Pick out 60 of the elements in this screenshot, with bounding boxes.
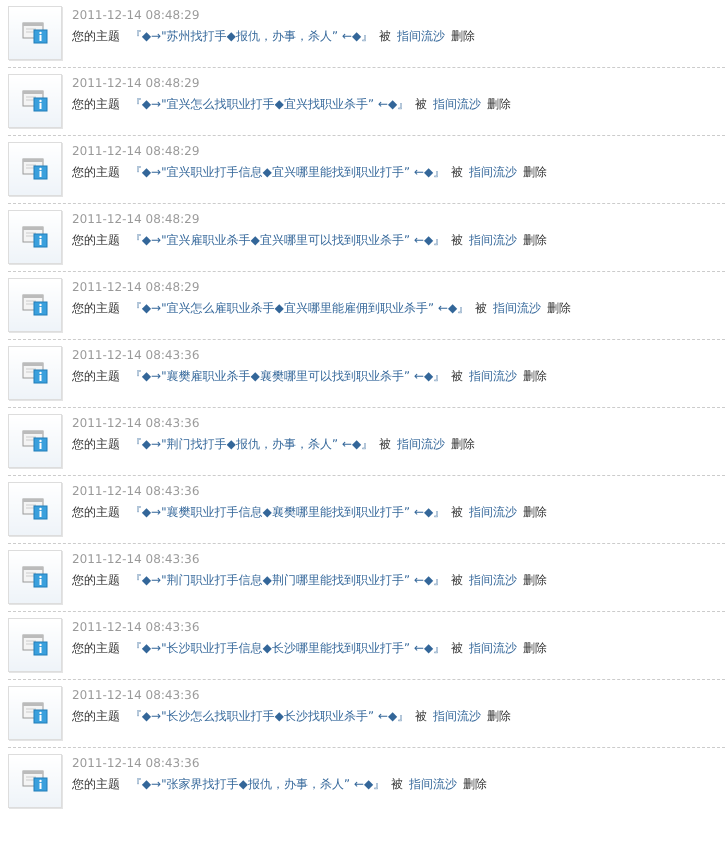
user-link[interactable]: 指间流沙 xyxy=(397,437,446,451)
notice-text: 您的主题 『◆→"长沙怎么找职业打手◆长沙找职业杀手” ←◆』 被 指间流沙 删除 xyxy=(72,708,512,724)
info-window-icon xyxy=(22,294,48,316)
topic-link[interactable]: 『◆→"张家界找打手◆报仇，办事，杀人” ←◆』 xyxy=(130,777,386,791)
user-link[interactable]: 指间流沙 xyxy=(469,165,518,179)
topic-link[interactable]: 『◆→"宜兴职业打手信息◆宜兴哪里能找到职业打手” ←◆』 xyxy=(130,165,446,179)
topic-link[interactable]: 『◆→"襄樊职业打手信息◆襄樊哪里能找到职业打手” ←◆』 xyxy=(130,505,446,519)
notice-time: 2011-12-14 08:43:36 xyxy=(72,688,200,702)
user-link[interactable]: 指间流沙 xyxy=(433,97,482,111)
notice-text: 您的主题 『◆→"襄樊职业打手信息◆襄樊哪里能找到职业打手” ←◆』 被 指间流沙 删除 xyxy=(72,504,548,520)
notice-text: 您的主题 『◆→"荆门找打手◆报仇，办事，杀人” ←◆』 被 指间流沙 删除 xyxy=(72,436,476,452)
notice-time: 2011-12-14 08:48:29 xyxy=(72,280,200,294)
info-window-icon xyxy=(22,430,48,452)
notice-time: 2011-12-14 08:48:29 xyxy=(72,76,200,90)
info-window-icon xyxy=(22,158,48,180)
notice-time: 2011-12-14 08:43:36 xyxy=(72,756,200,770)
info-window-icon xyxy=(22,362,48,384)
notice-text: 您的主题 『◆→"襄樊雇职业杀手◆襄樊哪里可以找到职业杀手” ←◆』 被 指间流沙 删除 xyxy=(72,368,548,384)
user-link[interactable]: 指间流沙 xyxy=(409,777,458,791)
info-window-icon xyxy=(22,90,48,112)
user-link[interactable]: 指间流沙 xyxy=(493,301,542,315)
user-link[interactable]: 指间流沙 xyxy=(469,573,518,587)
notice-time: 2011-12-14 08:48:29 xyxy=(72,212,200,226)
user-link[interactable]: 指间流沙 xyxy=(469,233,518,247)
notice-time: 2011-12-14 08:43:36 xyxy=(72,484,200,498)
notice-text: 您的主题 『◆→"长沙职业打手信息◆长沙哪里能找到职业打手” ←◆』 被 指间流沙 删除 xyxy=(72,640,548,656)
topic-link[interactable]: 『◆→"长沙职业打手信息◆长沙哪里能找到职业打手” ←◆』 xyxy=(130,641,446,655)
topic-link[interactable]: 『◆→"襄樊雇职业杀手◆襄樊哪里可以找到职业杀手” ←◆』 xyxy=(130,369,446,383)
topic-link[interactable]: 『◆→"宜兴雇职业杀手◆宜兴哪里可以找到职业杀手” ←◆』 xyxy=(130,233,446,247)
topic-link[interactable]: 『◆→"宜兴怎么找职业打手◆宜兴找职业杀手” ←◆』 xyxy=(130,97,410,111)
topic-link[interactable]: 『◆→"苏州找打手◆报仇，办事，杀人” ←◆』 xyxy=(130,29,374,43)
info-window-icon xyxy=(22,498,48,520)
notice-text: 您的主题 『◆→"荆门职业打手信息◆荆门哪里能找到职业打手” ←◆』 被 指间流沙 删除 xyxy=(72,572,548,588)
user-link[interactable]: 指间流沙 xyxy=(469,369,518,383)
notice-text: 您的主题 『◆→"张家界找打手◆报仇，办事，杀人” ←◆』 被 指间流沙 删除 xyxy=(72,776,488,792)
info-window-icon xyxy=(22,770,48,792)
notice-text: 您的主题 『◆→"宜兴雇职业杀手◆宜兴哪里可以找到职业杀手” ←◆』 被 指间流沙 删除 xyxy=(72,232,548,248)
topic-link[interactable]: 『◆→"荆门职业打手信息◆荆门哪里能找到职业打手” ←◆』 xyxy=(130,573,446,587)
user-link[interactable]: 指间流沙 xyxy=(397,29,446,43)
notice-time: 2011-12-14 08:43:36 xyxy=(72,348,200,362)
info-window-icon xyxy=(22,566,48,588)
user-link[interactable]: 指间流沙 xyxy=(469,505,518,519)
topic-link[interactable]: 『◆→"长沙怎么找职业打手◆长沙找职业杀手” ←◆』 xyxy=(130,709,410,723)
notice-time: 2011-12-14 08:48:29 xyxy=(72,8,200,22)
info-window-icon xyxy=(22,226,48,248)
notice-time: 2011-12-14 08:43:36 xyxy=(72,620,200,634)
info-window-icon xyxy=(22,22,48,44)
notice-text: 您的主题 『◆→"宜兴怎么雇职业杀手◆宜兴哪里能雇佣到职业杀手” ←◆』 被 指间流沙 删除 xyxy=(72,300,572,316)
topic-link[interactable]: 『◆→"荆门找打手◆报仇，办事，杀人” ←◆』 xyxy=(130,437,374,451)
info-window-icon xyxy=(22,634,48,656)
notice-text: 您的主题 『◆→"宜兴职业打手信息◆宜兴哪里能找到职业打手” ←◆』 被 指间流沙 删除 xyxy=(72,164,548,180)
user-link[interactable]: 指间流沙 xyxy=(469,641,518,655)
notice-time: 2011-12-14 08:43:36 xyxy=(72,552,200,566)
notice-text: 您的主题 『◆→"宜兴怎么找职业打手◆宜兴找职业杀手” ←◆』 被 指间流沙 删除 xyxy=(72,96,512,112)
notice-time: 2011-12-14 08:43:36 xyxy=(72,416,200,430)
user-link[interactable]: 指间流沙 xyxy=(433,709,482,723)
info-window-icon xyxy=(22,702,48,724)
notice-text: 您的主题 『◆→"苏州找打手◆报仇，办事，杀人” ←◆』 被 指间流沙 删除 xyxy=(72,28,476,44)
notice-time: 2011-12-14 08:48:29 xyxy=(72,144,200,158)
topic-link[interactable]: 『◆→"宜兴怎么雇职业杀手◆宜兴哪里能雇佣到职业杀手” ←◆』 xyxy=(130,301,470,315)
